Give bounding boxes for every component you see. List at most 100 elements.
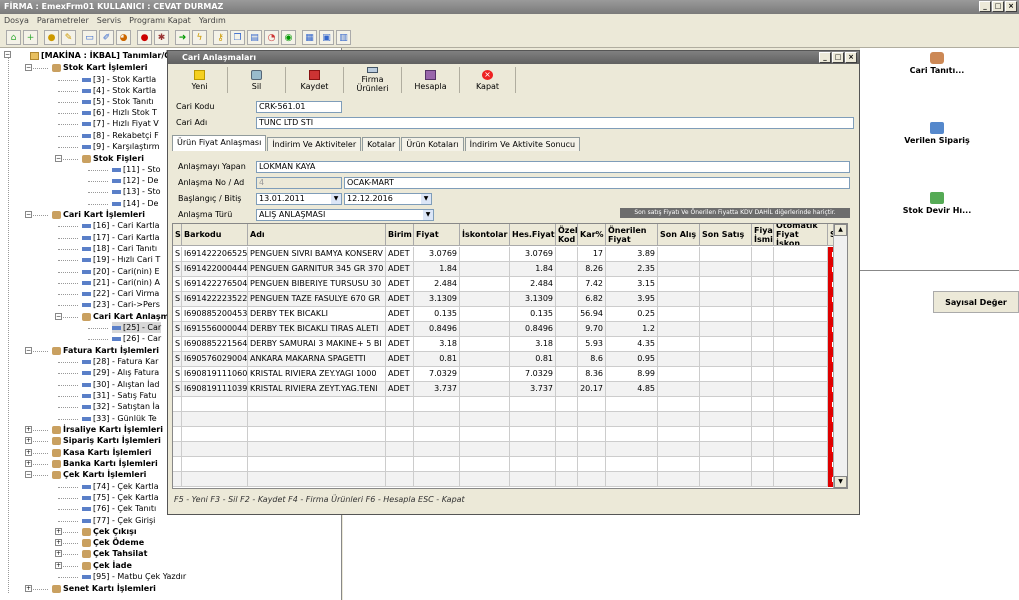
cari-kodu-field[interactable]: CRK-561.01: [256, 101, 342, 113]
grid-cell[interactable]: [774, 352, 828, 367]
grid-cell[interactable]: 3.15: [606, 277, 658, 292]
grid-cell[interactable]: [700, 427, 752, 442]
grid-cell[interactable]: 2.484: [510, 277, 556, 292]
grid-cell[interactable]: [774, 397, 828, 412]
grid-cell[interactable]: [752, 292, 774, 307]
tree-root[interactable]: [MAKİNA : İKBAL] Tanımlar/Özel: [30, 50, 184, 61]
tree-item[interactable]: Cari Kart İşlemleri: [52, 209, 145, 220]
grid-cell[interactable]: 3.737: [414, 382, 460, 397]
grid-cell[interactable]: [700, 307, 752, 322]
tools-icon[interactable]: ✱: [154, 30, 169, 45]
grid-cell[interactable]: [774, 277, 828, 292]
tree-item[interactable]: Çek İade: [82, 560, 132, 571]
column-sayisal-deger[interactable]: Sayısal Değer: [933, 291, 1019, 313]
grid-cell[interactable]: [658, 337, 700, 352]
grid-cell[interactable]: [248, 397, 386, 412]
grid-cell[interactable]: [658, 427, 700, 442]
grid-cell[interactable]: [248, 427, 386, 442]
grid-cell[interactable]: [556, 337, 578, 352]
tree-item[interactable]: [25] - Car: [112, 322, 162, 333]
tree-item[interactable]: [17] - Cari Kartla: [82, 232, 160, 243]
grid-cell[interactable]: [556, 307, 578, 322]
grid-cell[interactable]: [578, 427, 606, 442]
anlasma-ad-field[interactable]: OCAK-MART: [344, 177, 850, 189]
grid-cell[interactable]: [173, 472, 182, 487]
grid-cell[interactable]: 3.18: [414, 337, 460, 352]
grid-cell[interactable]: S: [173, 382, 182, 397]
grid-cell[interactable]: ADET: [386, 247, 414, 262]
grid-cell[interactable]: [774, 457, 828, 472]
grid-cell[interactable]: PENGUEN TAZE FASULYE 670 GR: [248, 292, 386, 307]
column-header[interactable]: S: [173, 224, 182, 246]
tree-expand-toggle[interactable]: −: [55, 155, 62, 162]
grid-cell[interactable]: [752, 397, 774, 412]
grid-cell[interactable]: [460, 322, 510, 337]
grid-cell[interactable]: [774, 427, 828, 442]
grid-cell[interactable]: ADET: [386, 307, 414, 322]
grid-cell[interactable]: [700, 292, 752, 307]
grid-cell[interactable]: [460, 457, 510, 472]
tree-item[interactable]: [28] - Fatura Kar: [82, 356, 158, 367]
tree-expand-toggle[interactable]: +: [25, 437, 32, 444]
grid-cell[interactable]: [700, 247, 752, 262]
tree-item[interactable]: Kasa Kartı İşlemleri: [52, 447, 152, 458]
grid-cell[interactable]: l690576029004: [182, 352, 248, 367]
menu-dosya[interactable]: Dosya: [4, 14, 29, 27]
grid-cell[interactable]: [752, 472, 774, 487]
grid-cell[interactable]: 7.0329: [414, 367, 460, 382]
grid-cell[interactable]: [556, 352, 578, 367]
grid-cell[interactable]: [752, 367, 774, 382]
grid-cell[interactable]: ADET: [386, 352, 414, 367]
column-header[interactable]: Barkodu: [182, 224, 248, 246]
tree-item[interactable]: [5] - Stok Tanıtı: [82, 96, 154, 107]
grid-cell[interactable]: [248, 412, 386, 427]
grid-cell[interactable]: [556, 472, 578, 487]
bitis-date-picker[interactable]: 12.12.2016 ▼: [344, 193, 432, 205]
tree-item[interactable]: [4] - Stok Kartla: [82, 85, 156, 96]
grid-cell[interactable]: KRISTAL RIVIERA ZEYT.YAG.TENI: [248, 382, 386, 397]
grid-cell[interactable]: [460, 472, 510, 487]
record-icon[interactable]: ●: [137, 30, 152, 45]
grid-cell[interactable]: 3.0769: [414, 247, 460, 262]
grid-cell[interactable]: 3.89: [606, 247, 658, 262]
column-header[interactable]: Son Alış: [658, 224, 700, 246]
tree-expand-toggle[interactable]: +: [55, 562, 62, 569]
column-header[interactable]: Son Satış: [700, 224, 752, 246]
grid-cell[interactable]: [248, 457, 386, 472]
grid-cell[interactable]: [658, 397, 700, 412]
grid-cell[interactable]: [752, 337, 774, 352]
grid-cell[interactable]: S: [173, 367, 182, 382]
calendar-icon[interactable]: ▣: [319, 30, 334, 45]
grid-cell[interactable]: [386, 397, 414, 412]
grid-cell[interactable]: [774, 337, 828, 352]
grid-cell[interactable]: 8.26: [578, 262, 606, 277]
grid-cell[interactable]: [510, 457, 556, 472]
urun-fiyat-grid[interactable]: S Barkodu Adı Birim Fiyat İskontolar Hes.Fiyat…: [172, 223, 848, 489]
grid-cell[interactable]: 3.18: [510, 337, 556, 352]
tree-item[interactable]: [76] - Çek Tanıtı: [82, 503, 156, 514]
grid-cell[interactable]: 2.484: [414, 277, 460, 292]
grid-cell[interactable]: [658, 367, 700, 382]
grid-cell[interactable]: DERBY SAMURAI 3 MAKINE+ 5 BI: [248, 337, 386, 352]
grid-cell[interactable]: [658, 277, 700, 292]
grid-cell[interactable]: [414, 397, 460, 412]
grid-cell[interactable]: [700, 322, 752, 337]
close-button[interactable]: ×: [1005, 1, 1017, 12]
scroll-up-icon[interactable]: ▲: [834, 224, 847, 236]
tree-item[interactable]: [14] - De: [112, 198, 158, 209]
grid-cell[interactable]: [752, 382, 774, 397]
grid-cell[interactable]: [556, 292, 578, 307]
grid-cell[interactable]: [606, 442, 658, 457]
grid-cell[interactable]: [556, 412, 578, 427]
tree-expand-toggle[interactable]: −: [55, 313, 62, 320]
grid-cell[interactable]: [752, 427, 774, 442]
grid-cell[interactable]: [460, 262, 510, 277]
grid-cell[interactable]: l690885200453: [182, 307, 248, 322]
grid-cell[interactable]: [658, 412, 700, 427]
grid-cell[interactable]: 8.6: [578, 352, 606, 367]
column-header[interactable]: Kar%: [578, 224, 606, 246]
dialog-minimize-button[interactable]: _: [819, 52, 831, 63]
grid-cell[interactable]: S: [173, 307, 182, 322]
window-icon[interactable]: ▭: [82, 30, 97, 45]
grid-cell[interactable]: [606, 457, 658, 472]
